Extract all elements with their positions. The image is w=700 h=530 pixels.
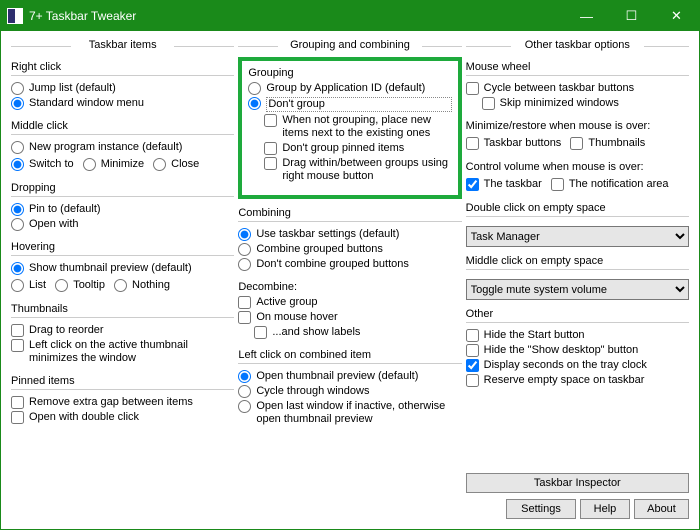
chk-place-next[interactable]: When not grouping, place new items next … xyxy=(264,114,451,140)
group-right-click: Right click Jump list (default) Standard… xyxy=(11,61,234,112)
maximize-button[interactable]: ☐ xyxy=(609,1,654,31)
settings-button[interactable]: Settings xyxy=(506,499,576,519)
dblclick-title: Double click on empty space xyxy=(466,202,689,217)
col3-header: Other taskbar options xyxy=(466,39,689,53)
chk-reserve[interactable]: Reserve empty space on taskbar xyxy=(466,374,689,387)
opt-new-program[interactable]: New program instance (default) xyxy=(11,141,234,154)
opt-group-appid[interactable]: Group by Application ID (default) xyxy=(248,82,451,95)
chk-leftclick-thumb[interactable]: Left click on the active thumbnail minim… xyxy=(11,339,234,365)
chk-show-labels[interactable]: ...and show labels xyxy=(254,326,461,339)
chk-open-dbl[interactable]: Open with double click xyxy=(11,411,234,424)
opt-jump-list[interactable]: Jump list (default) xyxy=(11,82,234,95)
group-decombine: Decombine: Active group On mouse hover .… xyxy=(238,281,461,341)
group-pinned: Pinned items Remove extra gap between it… xyxy=(11,375,234,426)
group-other: Other Hide the Start button Hide the "Sh… xyxy=(466,308,689,389)
combo-dblclick[interactable]: Task Manager xyxy=(466,226,689,247)
col-other-options: Other taskbar options Mouse wheel Cycle … xyxy=(466,39,689,519)
chk-vol-taskbar[interactable]: The taskbar xyxy=(466,178,542,191)
col-grouping-combining: Grouping and combining Grouping Group by… xyxy=(238,39,461,519)
minrestore-title: Minimize/restore when mouse is over: xyxy=(466,120,689,132)
group-midclick-empty: Middle click on empty space Toggle mute … xyxy=(466,255,689,300)
chk-hide-start[interactable]: Hide the Start button xyxy=(466,329,689,342)
chk-vol-notif[interactable]: The notification area xyxy=(551,178,669,191)
group-middle-click: Middle click New program instance (defau… xyxy=(11,120,234,174)
midclick-title: Middle click on empty space xyxy=(466,255,689,270)
opt-combine[interactable]: Combine grouped buttons xyxy=(238,243,461,256)
chk-active-group[interactable]: Active group xyxy=(238,296,461,309)
opt-switch-to[interactable]: Switch to xyxy=(11,158,74,171)
chk-cycle-buttons[interactable]: Cycle between taskbar buttons xyxy=(466,82,689,95)
dropping-title: Dropping xyxy=(11,182,234,197)
titlebar[interactable]: 7+ Taskbar Tweaker — ☐ ✕ xyxy=(1,1,699,31)
middle-click-title: Middle click xyxy=(11,120,234,135)
taskbar-inspector-button[interactable]: Taskbar Inspector xyxy=(466,473,689,493)
pinned-title: Pinned items xyxy=(11,375,234,390)
about-button[interactable]: About xyxy=(634,499,689,519)
chk-drag-reorder[interactable]: Drag to reorder xyxy=(11,324,234,337)
combining-title: Combining xyxy=(238,207,461,222)
chk-skip-min[interactable]: Skip minimized windows xyxy=(482,97,689,110)
chk-on-hover[interactable]: On mouse hover xyxy=(238,311,461,324)
right-click-title: Right click xyxy=(11,61,234,76)
chk-remove-gap[interactable]: Remove extra gap between items xyxy=(11,396,234,409)
chk-thumbnails[interactable]: Thumbnails xyxy=(570,137,645,150)
group-dropping: Dropping Pin to (default) Open with xyxy=(11,182,234,233)
leftclick-title: Left click on combined item xyxy=(238,349,461,364)
opt-dont-combine[interactable]: Don't combine grouped buttons xyxy=(238,258,461,271)
group-hovering: Hovering Show thumbnail preview (default… xyxy=(11,241,234,295)
opt-minimize[interactable]: Minimize xyxy=(83,158,144,171)
chk-hide-showdesk[interactable]: Hide the "Show desktop" button xyxy=(466,344,689,357)
volume-title: Control volume when mouse is over: xyxy=(466,161,689,173)
client-area: Taskbar items Right click Jump list (def… xyxy=(1,31,699,529)
grouping-title: Grouping xyxy=(248,67,451,79)
opt-tooltip[interactable]: Tooltip xyxy=(55,279,105,292)
group-leftclick-combined: Left click on combined item Open thumbna… xyxy=(238,349,461,428)
combo-midclick[interactable]: Toggle mute system volume xyxy=(466,279,689,300)
opt-list[interactable]: List xyxy=(11,279,46,292)
group-min-restore: Minimize/restore when mouse is over: Tas… xyxy=(466,120,689,153)
bottom-button-row: Settings Help About xyxy=(466,499,689,519)
thumbnails-title: Thumbnails xyxy=(11,303,234,318)
chk-drag-groups[interactable]: Drag within/between groups using right m… xyxy=(264,157,451,183)
opt-open-last[interactable]: Open last window if inactive, otherwise … xyxy=(238,400,461,426)
opt-open-thumb[interactable]: Open thumbnail preview (default) xyxy=(238,370,461,383)
opt-nothing[interactable]: Nothing xyxy=(114,279,170,292)
hovering-title: Hovering xyxy=(11,241,234,256)
highlight-grouping: Grouping Group by Application ID (defaul… xyxy=(238,57,461,199)
opt-standard-menu[interactable]: Standard window menu xyxy=(11,97,234,110)
wheel-title: Mouse wheel xyxy=(466,61,689,76)
group-mouse-wheel: Mouse wheel Cycle between taskbar button… xyxy=(466,61,689,112)
close-button[interactable]: ✕ xyxy=(654,1,699,31)
app-icon xyxy=(7,8,23,24)
chk-tb-buttons[interactable]: Taskbar buttons xyxy=(466,137,562,150)
opt-dont-group[interactable]: Don't group xyxy=(248,97,451,112)
chk-seconds[interactable]: Display seconds on the tray clock xyxy=(466,359,689,372)
group-dblclick-empty: Double click on empty space Task Manager xyxy=(466,202,689,247)
opt-cycle-windows[interactable]: Cycle through windows xyxy=(238,385,461,398)
opt-use-taskbar[interactable]: Use taskbar settings (default) xyxy=(238,228,461,241)
group-combining: Combining Use taskbar settings (default)… xyxy=(238,207,461,273)
opt-open-with[interactable]: Open with xyxy=(11,218,234,231)
opt-close[interactable]: Close xyxy=(153,158,199,171)
group-volume: Control volume when mouse is over: The t… xyxy=(466,161,689,194)
other-title: Other xyxy=(466,308,689,323)
help-button[interactable]: Help xyxy=(580,499,630,519)
decombine-title: Decombine: xyxy=(238,281,461,293)
window-title: 7+ Taskbar Tweaker xyxy=(29,9,564,23)
col-taskbar-items: Taskbar items Right click Jump list (def… xyxy=(11,39,234,519)
col1-header: Taskbar items xyxy=(11,39,234,53)
opt-pin-to[interactable]: Pin to (default) xyxy=(11,203,234,216)
opt-thumb-preview[interactable]: Show thumbnail preview (default) xyxy=(11,262,234,275)
app-window: 7+ Taskbar Tweaker — ☐ ✕ Taskbar items R… xyxy=(0,0,700,530)
chk-dont-group-pinned[interactable]: Don't group pinned items xyxy=(264,142,451,155)
group-thumbnails: Thumbnails Drag to reorder Left click on… xyxy=(11,303,234,367)
col2-header: Grouping and combining xyxy=(238,39,461,53)
minimize-button[interactable]: — xyxy=(564,1,609,31)
